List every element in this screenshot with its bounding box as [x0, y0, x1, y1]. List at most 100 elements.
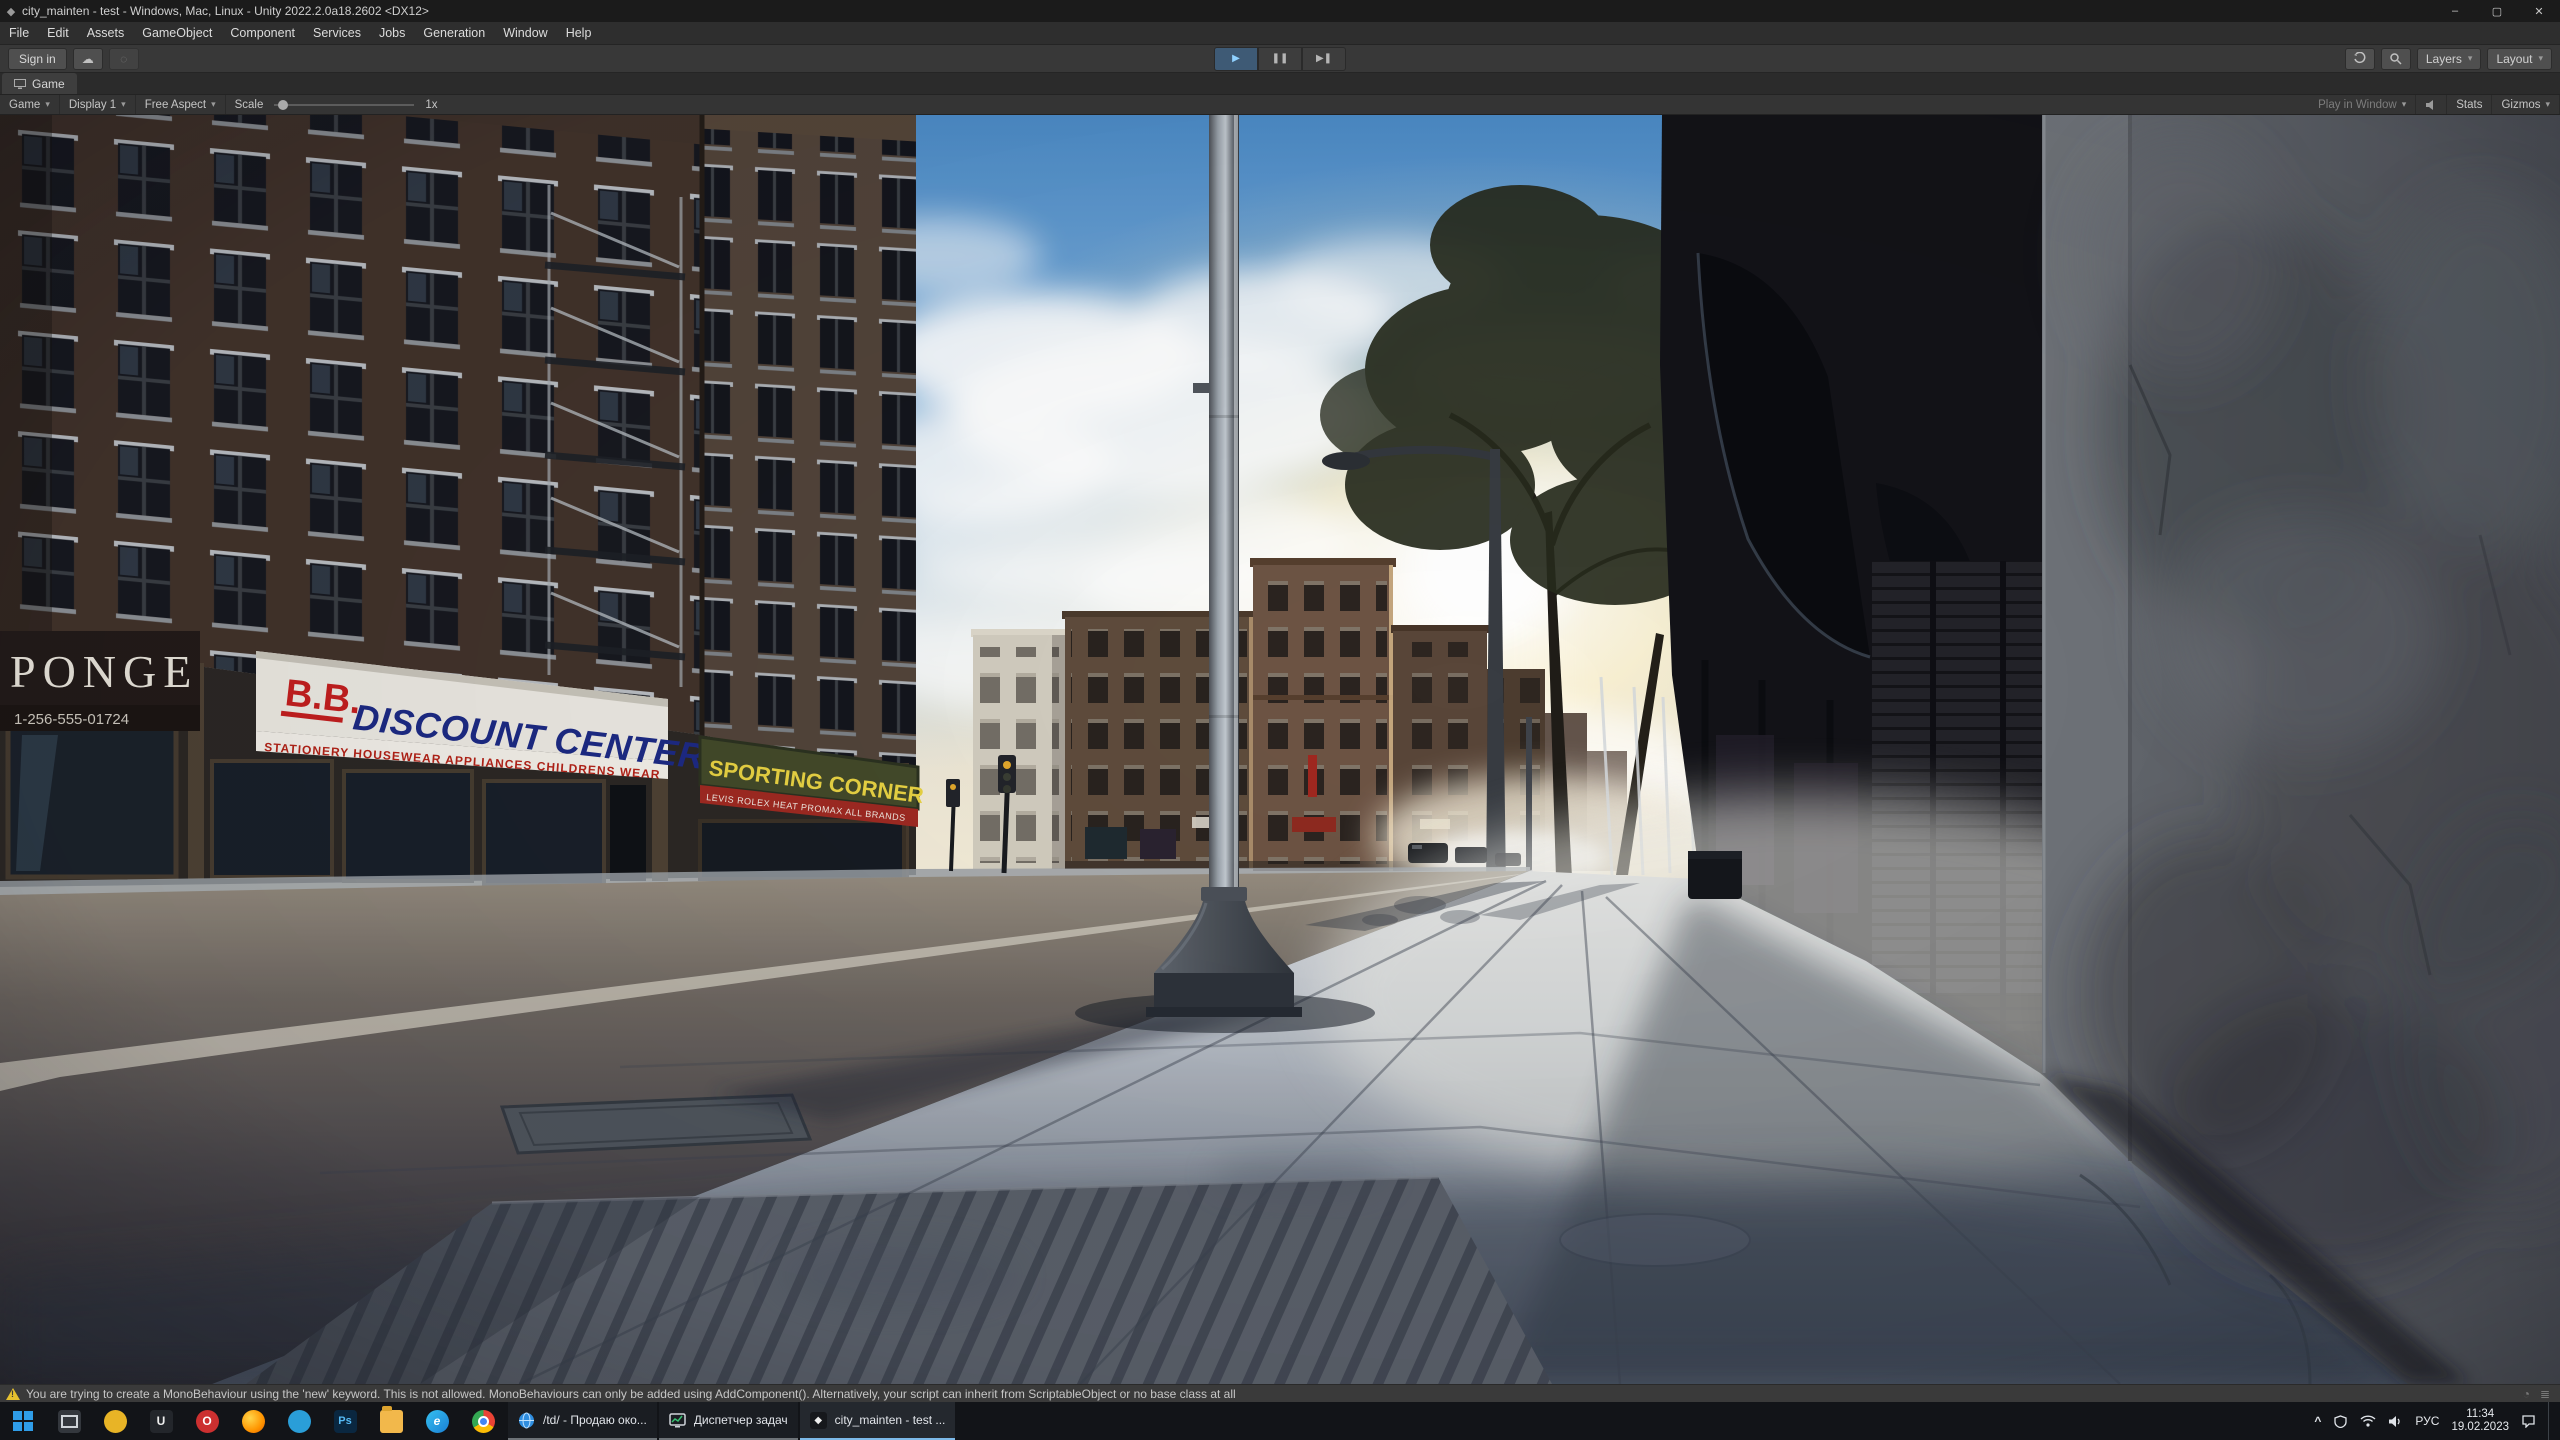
menu-component[interactable]: Component: [221, 26, 304, 40]
display-label: Display 1: [69, 99, 116, 111]
sign-in-button[interactable]: Sign in: [8, 48, 67, 70]
unity-editor-window: ◆ city_mainten - test - Windows, Mac, Li…: [0, 0, 2560, 1440]
task-view-icon: [58, 1410, 81, 1433]
maximize-button[interactable]: ▢: [2476, 0, 2518, 22]
defender-icon: [104, 1410, 127, 1433]
scale-control: Scale 1x: [226, 95, 447, 114]
scale-label: Scale: [235, 99, 264, 111]
layout-dropdown[interactable]: Layout ▾: [2487, 48, 2552, 70]
unity-icon: ◆: [810, 1412, 827, 1429]
pinned-app-5[interactable]: [230, 1402, 276, 1440]
show-desktop-button[interactable]: [2548, 1402, 2556, 1440]
play-button[interactable]: ▶: [1214, 47, 1258, 71]
cloud-services-icon[interactable]: ☁: [73, 48, 103, 70]
sign-in-label: Sign in: [19, 52, 56, 66]
vignette: [0, 115, 2560, 1384]
window-label: Диспетчер задач: [694, 1413, 788, 1427]
activity-indicator-icon[interactable]: ◔: [2523, 1387, 2530, 1401]
menu-gameobject[interactable]: GameObject: [133, 26, 221, 40]
file-explorer-icon: [380, 1410, 403, 1433]
clock-time: 11:34: [2451, 1408, 2509, 1421]
playmode-controls: ▶ ❚❚ ▶❚: [1214, 47, 1346, 71]
taskbar-window-unity[interactable]: ◆ city_mainten - test ...: [800, 1402, 956, 1440]
pinned-app-10[interactable]: [460, 1402, 506, 1440]
menu-assets[interactable]: Assets: [78, 26, 134, 40]
gizmos-dropdown[interactable]: Gizmos▾: [2492, 95, 2560, 114]
game-viewport[interactable]: PONGE 1-256-555-01724 B.B. DISCOUNT CENT…: [0, 115, 2560, 1384]
task-manager-icon: [669, 1412, 686, 1429]
windows-logo-icon: [13, 1411, 33, 1431]
pinned-app-8[interactable]: [368, 1402, 414, 1440]
gizmos-label: Gizmos: [2501, 99, 2540, 111]
scale-slider[interactable]: [274, 104, 414, 106]
layers-dropdown[interactable]: Layers ▾: [2417, 48, 2482, 70]
menu-generation[interactable]: Generation: [414, 26, 494, 40]
edge-icon: e: [426, 1410, 449, 1433]
pinned-app-9[interactable]: e: [414, 1402, 460, 1440]
volume-icon[interactable]: [2388, 1415, 2403, 1428]
pause-button[interactable]: ❚❚: [1258, 47, 1302, 71]
warning-icon[interactable]: [6, 1388, 20, 1400]
menu-window[interactable]: Window: [494, 26, 556, 40]
version-control-icon[interactable]: ◌: [109, 48, 139, 70]
stats-label: Stats: [2456, 99, 2482, 111]
chrome-icon: [472, 1410, 495, 1433]
hidden-icons-chevron[interactable]: ^: [2314, 1414, 2321, 1428]
aspect-dropdown[interactable]: Free Aspect ▾: [136, 95, 226, 114]
tab-game[interactable]: Game: [2, 73, 77, 94]
menu-jobs[interactable]: Jobs: [370, 26, 414, 40]
pinned-app-6[interactable]: [276, 1402, 322, 1440]
start-button[interactable]: [0, 1402, 46, 1440]
system-tray: ^ РУС 11:34 19.02.2023: [2314, 1402, 2560, 1440]
taskbar-clock[interactable]: 11:34 19.02.2023: [2451, 1408, 2509, 1434]
pinned-app-4[interactable]: O: [184, 1402, 230, 1440]
unity-hub-icon: U: [150, 1410, 173, 1433]
city-scene: PONGE 1-256-555-01724 B.B. DISCOUNT CENT…: [0, 115, 2560, 1384]
menu-services[interactable]: Services: [304, 26, 370, 40]
action-center-icon[interactable]: [2521, 1414, 2536, 1428]
shield-icon[interactable]: [2333, 1415, 2348, 1428]
telegram-icon: [288, 1410, 311, 1433]
layout-label: Layout: [2496, 52, 2532, 66]
window-title: city_mainten - test - Windows, Mac, Linu…: [22, 4, 429, 18]
layers-label: Layers: [2426, 52, 2462, 66]
language-indicator[interactable]: РУС: [2415, 1414, 2439, 1428]
undo-history-icon[interactable]: [2345, 48, 2375, 70]
chevron-down-icon: ▾: [2468, 53, 2473, 64]
console-icon[interactable]: ≣: [2540, 1387, 2550, 1401]
minimize-button[interactable]: –: [2434, 0, 2476, 22]
aspect-label: Free Aspect: [145, 99, 206, 111]
window-label: city_mainten - test ...: [835, 1413, 946, 1427]
search-icon[interactable]: [2381, 48, 2411, 70]
mute-audio-icon[interactable]: [2416, 95, 2447, 114]
step-button[interactable]: ▶❚: [1302, 47, 1346, 71]
scale-value: 1x: [425, 99, 437, 111]
play-mode-dropdown[interactable]: Play in Window▾: [2309, 95, 2416, 114]
menu-help[interactable]: Help: [557, 26, 601, 40]
firefox-icon: [242, 1410, 265, 1433]
display-dropdown[interactable]: Display 1▾: [60, 95, 136, 114]
wifi-icon[interactable]: [2360, 1415, 2376, 1427]
globe-icon: [518, 1412, 535, 1429]
view-tab-strip: Game: [0, 73, 2560, 95]
pinned-app-2[interactable]: [92, 1402, 138, 1440]
taskbar-window-browser[interactable]: /td/ - Продаю око...: [508, 1402, 657, 1440]
clock-date: 19.02.2023: [2451, 1421, 2509, 1434]
pinned-app-1[interactable]: [46, 1402, 92, 1440]
close-button[interactable]: ✕: [2518, 0, 2560, 22]
pinned-app-3[interactable]: U: [138, 1402, 184, 1440]
pinned-app-7[interactable]: Ps: [322, 1402, 368, 1440]
taskbar: U O Ps e /td/ - Продаю око... Диспетчер …: [0, 1402, 2560, 1440]
scale-slider-thumb[interactable]: [278, 100, 288, 110]
menu-file[interactable]: File: [0, 26, 38, 40]
chevron-down-icon: ▾: [211, 99, 216, 110]
game-view-icon: [14, 79, 26, 89]
game-mode-dropdown[interactable]: Game▾: [0, 95, 60, 114]
taskbar-window-taskmgr[interactable]: Диспетчер задач: [659, 1402, 798, 1440]
status-message[interactable]: You are trying to create a MonoBehaviour…: [26, 1387, 1236, 1401]
menu-edit[interactable]: Edit: [38, 26, 78, 40]
stats-toggle[interactable]: Stats: [2447, 95, 2492, 114]
photoshop-icon: Ps: [334, 1410, 357, 1433]
chevron-down-icon: ▾: [2538, 53, 2543, 64]
game-mode-label: Game: [9, 99, 40, 111]
